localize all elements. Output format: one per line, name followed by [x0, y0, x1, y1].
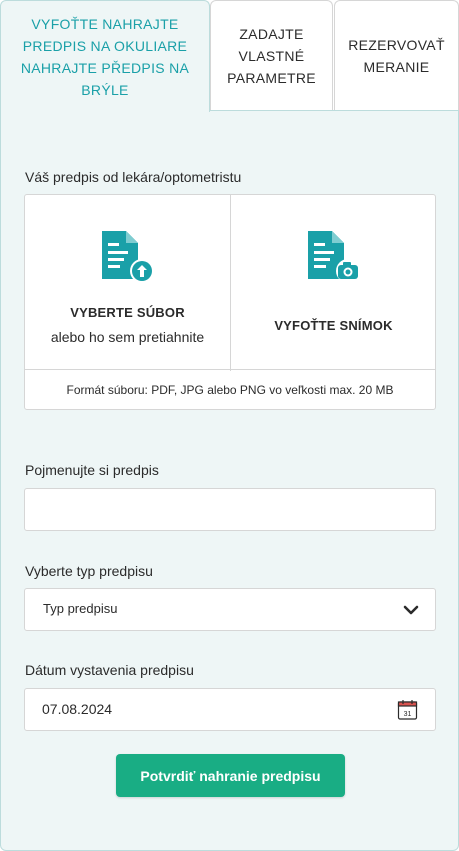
choose-file-area[interactable]: VYBERTE SÚBOR alebo ho sem pretiahnite: [25, 195, 231, 371]
prescription-date-value: 07.08.2024: [42, 701, 113, 717]
tab-book-measurement[interactable]: Rezervovať meranie: [334, 0, 459, 110]
date-field-label: Dátum vystavenia predpisu: [25, 662, 194, 678]
form-panel: Váš predpis od lekára/optometristu VYBER…: [0, 110, 459, 851]
tab-own-parameters-label: Zadajte vlastné parametre: [227, 25, 316, 86]
camera-file-icon: [308, 231, 360, 283]
choose-file-title: VYBERTE SÚBOR: [70, 305, 185, 320]
tab-upload-photo[interactable]: Vyfoťte nahrajte predpis na okuliare nah…: [0, 0, 210, 112]
tab-upload-photo-label: Vyfoťte nahrajte predpis na okuliare nah…: [20, 15, 190, 98]
prescription-name-input[interactable]: [24, 488, 436, 531]
upload-box: VYBERTE SÚBOR alebo ho sem pretiahnite V…: [24, 194, 436, 410]
name-field-label: Pojmenujte si predpis: [25, 462, 159, 478]
type-field-label: Vyberte typ predpisu: [25, 563, 153, 579]
chevron-down-icon: [403, 605, 419, 615]
upload-file-icon: [102, 231, 154, 283]
tab-own-parameters[interactable]: Zadajte vlastné parametre: [210, 0, 333, 110]
tab-bar: Vyfoťte nahrajte predpis na okuliare nah…: [0, 0, 459, 112]
confirm-upload-button[interactable]: Potvrdiť nahranie predpisu: [116, 754, 345, 797]
calendar-day: 31: [404, 711, 412, 718]
format-note: Formát súboru: PDF, JPG alebo PNG vo veľ…: [25, 369, 435, 409]
take-photo-title: VYFOŤTE SNÍMOK: [274, 318, 393, 333]
prescription-type-select[interactable]: Typ predpisu: [24, 588, 436, 631]
prescription-label: Váš predpis od lekára/optometristu: [25, 169, 242, 185]
calendar-icon[interactable]: 31: [396, 698, 420, 722]
choose-file-subtitle: alebo ho sem pretiahnite: [50, 329, 205, 345]
prescription-date-input[interactable]: 07.08.2024 31: [24, 688, 436, 731]
tab-book-measurement-label: Rezervovať meranie: [348, 36, 445, 75]
take-photo-area[interactable]: VYFOŤTE SNÍMOK: [231, 195, 436, 371]
prescription-type-value: Typ predpisu: [43, 601, 118, 616]
